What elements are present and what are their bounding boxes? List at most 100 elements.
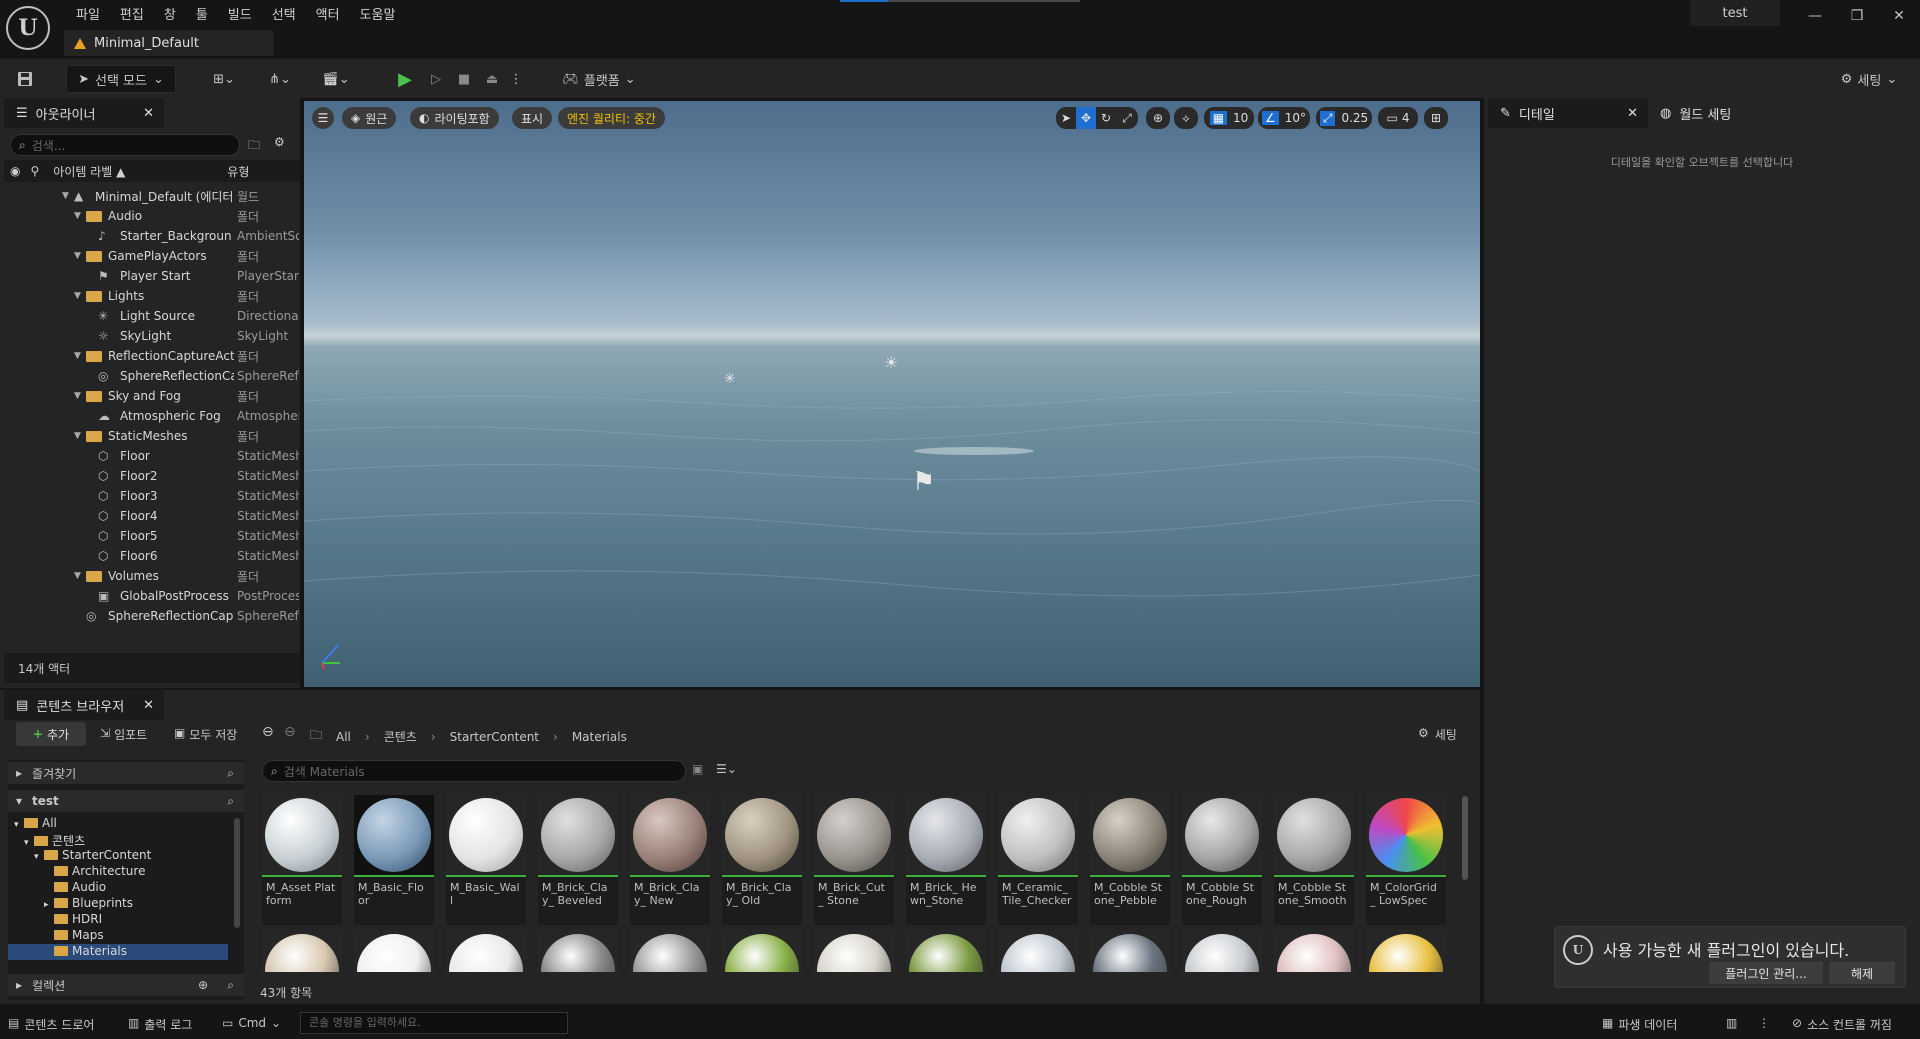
asset-tile[interactable]: [998, 930, 1078, 972]
asset-tile[interactable]: M_Brick_Clay_ Old: [722, 795, 802, 925]
folder-tree-item[interactable]: Architecture: [8, 864, 228, 880]
cinematics-button[interactable]: 🎬︎⌄: [316, 65, 356, 93]
save-all-button[interactable]: ▣ 모두 저장: [174, 726, 237, 743]
chevron-down-icon[interactable]: ▼: [74, 291, 81, 301]
directional-light-gizmo-icon[interactable]: ☀: [884, 353, 898, 372]
chevron-down-icon[interactable]: ▼: [74, 251, 81, 261]
outliner-row[interactable]: ◎ SphereReflectionCap SphereRefl: [0, 606, 300, 626]
console-input[interactable]: 콘솔 명령을 입력하세요.: [300, 1012, 568, 1034]
outliner-row[interactable]: ▼ Volumes 폴더: [0, 566, 300, 586]
perspective-button[interactable]: ◈ 원근: [342, 107, 397, 129]
outliner-row[interactable]: ⬡ Floor StaticMesh: [0, 446, 300, 466]
restore-icon[interactable]: ❐: [1842, 4, 1872, 28]
outliner-row[interactable]: ▼ Lights 폴더: [0, 286, 300, 306]
scale-snap-button[interactable]: ⤢ 0.25: [1316, 107, 1372, 129]
outliner-row[interactable]: ▼ GamePlayActors 폴더: [0, 246, 300, 266]
rotate-tool-icon[interactable]: ↻: [1096, 107, 1116, 129]
outliner-row[interactable]: ⚑ Player Start PlayerStart: [0, 266, 300, 286]
outliner-row[interactable]: ⬡ Floor4 StaticMesh: [0, 506, 300, 526]
outliner-row[interactable]: ▼ Audio 폴더: [0, 206, 300, 226]
chevron-down-icon[interactable]: ▾: [34, 852, 44, 862]
dismiss-button[interactable]: 해제: [1829, 962, 1895, 984]
platforms-dropdown[interactable]: 🎮︎ 플랫폼 ⌄: [558, 65, 640, 93]
chevron-down-icon[interactable]: ▼: [62, 191, 69, 201]
level-tab[interactable]: Minimal_Default: [64, 30, 274, 56]
menu-actor[interactable]: 액터: [306, 2, 350, 25]
asset-tile[interactable]: M_Brick_Clay_ Beveled: [538, 795, 618, 925]
camera-speed-button[interactable]: ▭ 4: [1378, 107, 1418, 129]
search-icon[interactable]: ⌕: [227, 766, 234, 781]
lit-mode-button[interactable]: ◐ 라이팅포함: [410, 107, 499, 129]
chevron-down-icon[interactable]: ▾: [14, 820, 24, 830]
asset-tile[interactable]: M_Basic_Wall: [446, 795, 526, 925]
project-header[interactable]: ▾ test ⌕: [8, 790, 244, 812]
cmd-dropdown[interactable]: ▭ Cmd ⌄: [222, 1016, 281, 1030]
asset-tile[interactable]: M_Ceramic_ Tile_Checker: [998, 795, 1078, 925]
asset-tile[interactable]: [722, 930, 802, 972]
skylight-gizmo-icon[interactable]: ✳: [724, 371, 736, 387]
details-tab[interactable]: ✎ 디테일 ✕: [1488, 98, 1648, 128]
collections-header[interactable]: ▸ 컬렉션 ⊕ ⌕: [8, 974, 244, 996]
close-icon[interactable]: ✕: [143, 106, 154, 121]
output-log-button[interactable]: ▥ 출력 로그: [128, 1016, 192, 1033]
import-button[interactable]: ⇲ 임포트: [100, 726, 147, 743]
eject-button[interactable]: ⏏: [480, 65, 504, 93]
asset-tile[interactable]: M_Brick_ Hewn_Stone: [906, 795, 986, 925]
add-folder-icon[interactable]: 🗀: [248, 136, 260, 157]
asset-grid-scrollbar[interactable]: [1462, 796, 1468, 880]
asset-tile[interactable]: [538, 930, 618, 972]
manage-plugins-button[interactable]: 플러그인 관리...: [1709, 962, 1823, 984]
derived-data-button[interactable]: ▦ 파생 데이터: [1602, 1016, 1677, 1033]
type-column[interactable]: 유형: [227, 163, 249, 180]
engine-quality-button[interactable]: 엔진 퀄리티: 중간: [558, 107, 665, 129]
outliner-row[interactable]: ▼ ReflectionCaptureAct 폴더: [0, 346, 300, 366]
outliner-search-input[interactable]: ⌕ 검색...: [10, 134, 240, 156]
folder-tree-item[interactable]: ▾ All: [8, 816, 228, 832]
blueprint-button[interactable]: ⋔⌄: [262, 65, 298, 93]
outliner-row[interactable]: ⬡ Floor2 StaticMesh: [0, 466, 300, 486]
source-control-button[interactable]: ⊘ 소스 컨트롤 꺼짐: [1792, 1016, 1892, 1033]
eye-icon[interactable]: ◉: [10, 164, 20, 178]
outliner-row[interactable]: ⬡ Floor6 StaticMesh: [0, 546, 300, 566]
outliner-row[interactable]: ☼ SkyLight SkyLight: [0, 326, 300, 346]
viewport-menu-button[interactable]: ☰: [312, 107, 334, 129]
scale-tool-icon[interactable]: ⤢: [1116, 107, 1138, 129]
more-icon[interactable]: ⋮: [1758, 1016, 1770, 1030]
folder-tree-scrollbar[interactable]: [234, 818, 240, 928]
player-start-gizmo-icon[interactable]: ⚑: [912, 467, 935, 497]
chevron-down-icon[interactable]: ▼: [74, 391, 81, 401]
outliner-row[interactable]: ☁ Atmospheric Fog Atmospher: [0, 406, 300, 426]
folder-tree-item[interactable]: ▾ StarterContent: [8, 848, 228, 864]
asset-tile[interactable]: M_Cobble Stone_Rough: [1182, 795, 1262, 925]
asset-tile[interactable]: [1182, 930, 1262, 972]
outliner-tab[interactable]: ☰ 아웃라이너 ✕: [4, 98, 164, 128]
chevron-down-icon[interactable]: ▼: [74, 351, 81, 361]
pin-icon[interactable]: ⚲: [30, 164, 39, 178]
menu-help[interactable]: 도움말: [350, 2, 406, 25]
menu-window[interactable]: 창: [154, 2, 186, 25]
outliner-row[interactable]: ▼ Sky and Fog 폴더: [0, 386, 300, 406]
folder-tree-item[interactable]: HDRI: [8, 912, 228, 928]
stop-button[interactable]: ■: [452, 65, 476, 93]
chevron-down-icon[interactable]: ▼: [74, 431, 81, 441]
move-tool-icon[interactable]: ✥: [1076, 107, 1096, 129]
item-label-column[interactable]: 아이템 라벨 ▲: [53, 163, 223, 180]
asset-tile[interactable]: M_Cobble Stone_Pebble: [1090, 795, 1170, 925]
asset-tile[interactable]: [354, 930, 434, 972]
content-drawer-button[interactable]: ▤ 콘텐츠 드로어: [8, 1016, 94, 1033]
asset-tile[interactable]: [630, 930, 710, 972]
activity-icon[interactable]: ▥: [1726, 1016, 1737, 1030]
folder-tree-item[interactable]: Audio: [8, 880, 228, 896]
menu-edit[interactable]: 편집: [110, 2, 154, 25]
asset-tile[interactable]: M_Asset Platform: [262, 795, 342, 925]
folder-tree-item[interactable]: ▸ Blueprints: [8, 896, 228, 912]
asset-tile[interactable]: M_Basic_Floor: [354, 795, 434, 925]
add-actor-button[interactable]: ⊞⌄: [206, 65, 242, 93]
outliner-row[interactable]: ◎ SphereReflectionCa SphereRefl: [0, 366, 300, 386]
asset-tile[interactable]: M_Brick_Clay_ New: [630, 795, 710, 925]
menu-build[interactable]: 빌드: [218, 2, 262, 25]
asset-tile[interactable]: [906, 930, 986, 972]
outliner-row[interactable]: ▼ StaticMeshes 폴더: [0, 426, 300, 446]
folder-tree-item[interactable]: Maps: [8, 928, 228, 944]
step-button[interactable]: ▷: [424, 65, 448, 93]
